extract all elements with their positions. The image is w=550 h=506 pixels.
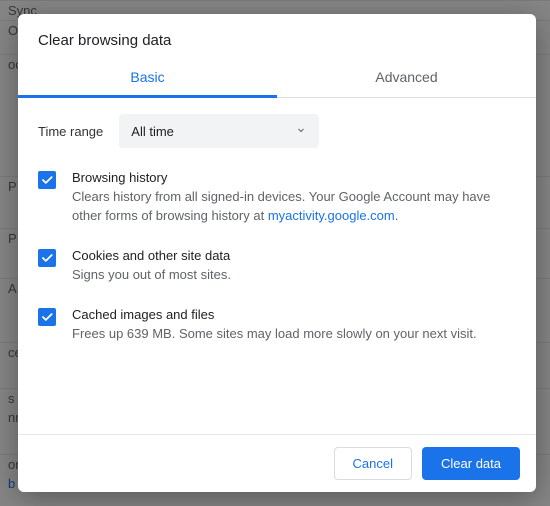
option-cookies: Cookies and other site data Signs you ou… — [38, 248, 516, 285]
dialog-title: Clear browsing data — [18, 14, 536, 57]
time-range-value: All time — [131, 124, 174, 139]
dialog-content: Time range All time Browsing history Cle… — [18, 98, 536, 434]
option-desc: Signs you out of most sites. — [72, 266, 516, 285]
dialog-tabs: Basic Advanced — [18, 57, 536, 98]
time-range-select[interactable]: All time — [119, 114, 319, 148]
option-desc: Frees up 639 MB. Some sites may load mor… — [72, 325, 516, 344]
option-title: Browsing history — [72, 170, 516, 185]
option-title: Cookies and other site data — [72, 248, 516, 263]
option-cache: Cached images and files Frees up 639 MB.… — [38, 307, 516, 344]
option-title: Cached images and files — [72, 307, 516, 322]
checkbox-cookies[interactable] — [38, 249, 56, 267]
tab-basic[interactable]: Basic — [18, 57, 277, 97]
myactivity-link[interactable]: myactivity.google.com — [268, 208, 395, 223]
clear-browsing-data-dialog: Clear browsing data Basic Advanced Time … — [18, 14, 536, 492]
option-browsing-history: Browsing history Clears history from all… — [38, 170, 516, 226]
dialog-footer: Cancel Clear data — [18, 434, 536, 492]
time-range-label: Time range — [38, 124, 103, 139]
cancel-button[interactable]: Cancel — [334, 447, 412, 480]
tab-advanced[interactable]: Advanced — [277, 57, 536, 97]
time-range-row: Time range All time — [38, 114, 516, 148]
checkbox-cache[interactable] — [38, 308, 56, 326]
clear-data-button[interactable]: Clear data — [422, 447, 520, 480]
checkbox-browsing-history[interactable] — [38, 171, 56, 189]
option-desc: Clears history from all signed-in device… — [72, 188, 516, 226]
chevron-down-icon — [295, 124, 307, 139]
option-desc-after: . — [395, 208, 399, 223]
